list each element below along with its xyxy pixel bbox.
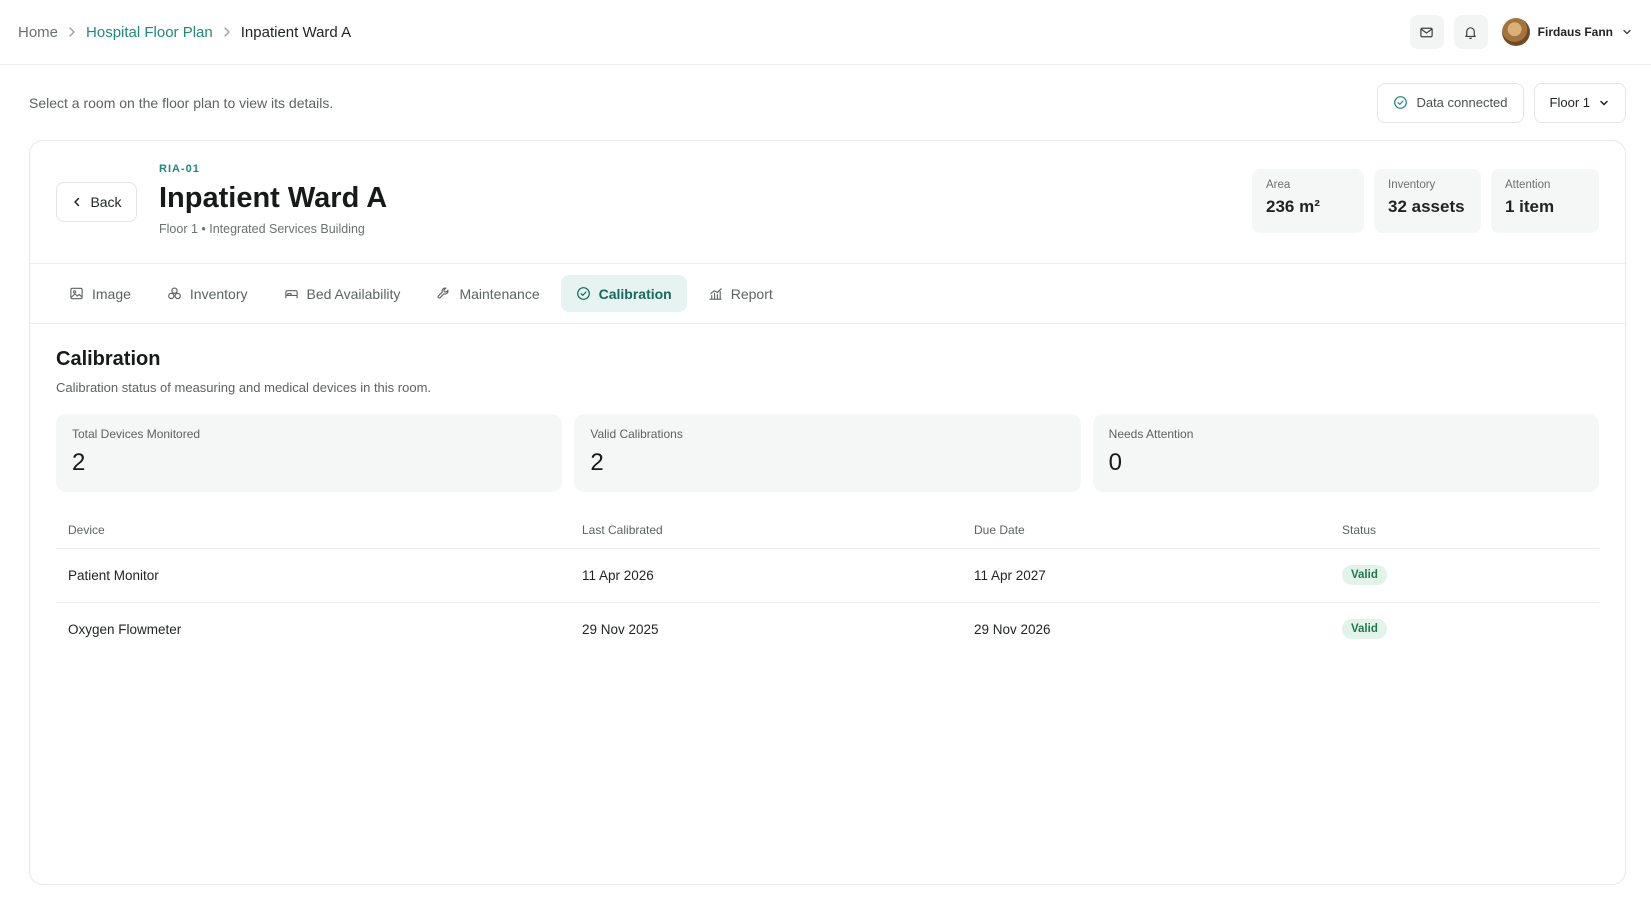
device-name: Patient Monitor xyxy=(56,548,570,603)
due-date: 11 Apr 2027 xyxy=(962,548,1330,603)
stat-value: 32 assets xyxy=(1388,197,1465,216)
stat-label: Area xyxy=(1266,179,1291,191)
room-subtitle: Floor 1 • Integrated Services Building xyxy=(159,222,365,236)
chevron-right-icon xyxy=(66,26,78,38)
room-info: RIA-01 Inpatient Ward A Floor 1 • Integr… xyxy=(159,163,387,236)
user-menu[interactable]: Firdaus Fann xyxy=(1501,18,1633,46)
metric-value: 2 xyxy=(72,449,86,476)
tab-maintenance[interactable]: Maintenance xyxy=(421,275,554,312)
floor-select-value: Floor 1 xyxy=(1549,95,1590,110)
floor-plan-hint: Select a room on the floor plan to view … xyxy=(29,94,334,111)
tab-inventory[interactable]: Inventory xyxy=(152,275,263,312)
stat-label: Inventory xyxy=(1388,179,1436,191)
status-badge: Valid xyxy=(1342,565,1387,585)
device-name: Oxygen Flowmeter xyxy=(68,621,182,637)
calibration-panel: Calibration Calibration status of measur… xyxy=(30,324,1625,680)
tab-calibration[interactable]: Calibration xyxy=(560,275,687,312)
breadcrumb-home[interactable]: Home xyxy=(18,24,58,41)
room-header: Back RIA-01 Inpatient Ward A Floor 1 • I… xyxy=(30,141,1625,264)
top-header: Home Hospital Floor Plan Inpatient Ward … xyxy=(0,0,1651,65)
column-header-device: Device xyxy=(56,512,570,549)
column-header-last-calibrated: Last Calibrated xyxy=(570,512,962,549)
last-calibrated: 29 Nov 2025 xyxy=(582,621,659,637)
tab-label: Maintenance xyxy=(459,285,540,302)
breadcrumb-current: Inpatient Ward A xyxy=(240,23,352,41)
room-code: RIA-01 xyxy=(159,163,200,175)
chevron-left-icon xyxy=(71,196,83,208)
status-cell: Valid xyxy=(1330,602,1599,656)
calibration-table: Device Last Calibrated Due Date Status P… xyxy=(56,512,1599,656)
chevron-down-icon xyxy=(1598,97,1610,109)
metric-label: Total Devices Monitored xyxy=(72,427,201,441)
room-stats: Area 236 m² Inventory 32 assets Attentio… xyxy=(1252,169,1599,233)
sub-actions: Data connected Floor 1 xyxy=(1377,82,1626,123)
room-title: Inpatient Ward A xyxy=(159,182,388,214)
metric-label: Needs Attention xyxy=(1108,427,1194,441)
bed-icon xyxy=(284,286,299,301)
stat-attention: Attention 1 item xyxy=(1491,169,1599,233)
status-badge: Valid xyxy=(1342,619,1387,640)
metric-total-devices: Total Devices Monitored 2 xyxy=(56,414,563,492)
breadcrumb: Home Hospital Floor Plan Inpatient Ward … xyxy=(18,24,351,41)
sub-header: Select a room on the floor plan to view … xyxy=(0,65,1651,140)
tab-bed-availability[interactable]: Bed Availability xyxy=(269,275,416,312)
mail-button[interactable] xyxy=(1409,15,1444,49)
table-row[interactable]: Patient Monitor 11 Apr 2026 11 Apr 2027 … xyxy=(56,548,1599,603)
user-name: Firdaus Fann xyxy=(1537,25,1613,39)
notifications-button[interactable] xyxy=(1453,15,1488,49)
back-button[interactable]: Back xyxy=(56,182,137,222)
status-text: Data connected xyxy=(1416,95,1508,110)
calibration-metrics: Total Devices Monitored 2 Valid Calibrat… xyxy=(56,414,1599,492)
check-circle-icon xyxy=(1393,95,1408,110)
tab-label: Bed Availability xyxy=(306,285,401,302)
back-label: Back xyxy=(90,194,122,210)
mail-icon xyxy=(1419,25,1434,40)
table-row[interactable]: Oxygen Flowmeter 29 Nov 2025 29 Nov 2026… xyxy=(56,602,1599,656)
status-cell: Valid xyxy=(1330,548,1599,603)
chevron-right-icon xyxy=(221,26,233,38)
metric-needs-attention: Needs Attention 0 xyxy=(1092,414,1599,492)
section-description: Calibration status of measuring and medi… xyxy=(56,380,432,395)
metric-label: Valid Calibrations xyxy=(590,427,683,441)
check-circle-icon xyxy=(576,286,591,301)
tab-image[interactable]: Image xyxy=(54,275,146,312)
chart-icon xyxy=(708,286,723,301)
boxes-icon xyxy=(167,286,182,301)
stat-inventory: Inventory 32 assets xyxy=(1374,169,1481,233)
metric-valid-calibrations: Valid Calibrations 2 xyxy=(574,414,1081,492)
due-date: 29 Nov 2026 xyxy=(974,621,1051,637)
stat-area: Area 236 m² xyxy=(1252,169,1364,233)
stat-label: Attention xyxy=(1505,179,1551,191)
wrench-icon xyxy=(436,286,451,301)
section-title: Calibration xyxy=(56,348,161,370)
room-detail-card: Back RIA-01 Inpatient Ward A Floor 1 • I… xyxy=(29,140,1626,885)
chevron-down-icon xyxy=(1621,26,1633,38)
tab-label: Report xyxy=(730,285,773,302)
room-tabs: Image Inventory Bed Availability Mainten… xyxy=(30,264,1625,324)
column-header-status: Status xyxy=(1330,512,1599,549)
metric-value: 0 xyxy=(1108,449,1123,476)
breadcrumb-floor-plan[interactable]: Hospital Floor Plan xyxy=(86,24,213,41)
stat-value: 1 item xyxy=(1505,197,1555,216)
floor-select[interactable]: Floor 1 xyxy=(1533,82,1626,123)
column-header-due-date: Due Date xyxy=(962,512,1330,549)
bell-icon xyxy=(1463,25,1478,40)
avatar xyxy=(1501,18,1530,46)
image-icon xyxy=(69,286,84,301)
tab-label: Image xyxy=(92,285,131,302)
header-actions: Firdaus Fann xyxy=(1409,15,1633,49)
data-connection-status: Data connected xyxy=(1377,82,1524,123)
stat-value: 236 m² xyxy=(1266,197,1320,216)
metric-value: 2 xyxy=(590,449,604,476)
last-calibrated: 11 Apr 2026 xyxy=(570,548,962,603)
table-header-row: Device Last Calibrated Due Date Status xyxy=(56,512,1599,549)
tab-report[interactable]: Report xyxy=(693,275,788,312)
tab-label: Calibration xyxy=(598,285,672,302)
tab-label: Inventory xyxy=(189,285,248,302)
